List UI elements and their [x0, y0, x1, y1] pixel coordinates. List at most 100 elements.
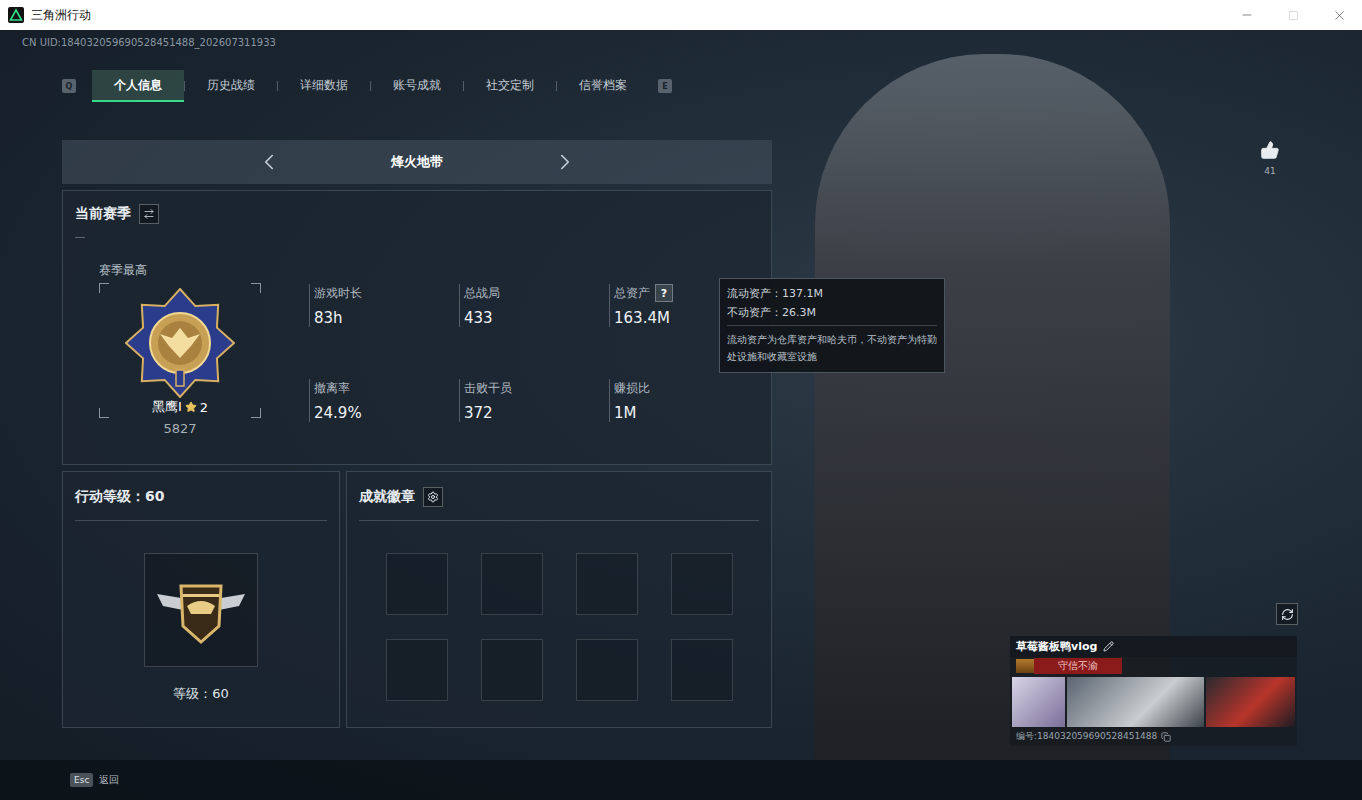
stat-value: 24.9%: [314, 404, 459, 422]
back-label[interactable]: 返回: [99, 773, 119, 787]
tab[interactable]: 详细数据: [278, 70, 370, 102]
tab-separator: [184, 81, 185, 91]
tag-emblem-icon: [1016, 659, 1034, 673]
body: Q 个人信息历史战绩详细数据账号成就社交定制信誉档案 E 烽火地带当前赛季赛季最高黑鹰…: [0, 54, 1362, 760]
badge-slot[interactable]: [386, 553, 448, 615]
next-tab-key[interactable]: E: [658, 79, 672, 93]
stat-value: 372: [464, 404, 609, 422]
stat-label: 总战局: [464, 284, 609, 302]
app-window: 三角洲行动 CN UID:184032059690528451488_202607…: [0, 0, 1362, 800]
like-button[interactable]: 41: [1260, 140, 1280, 176]
tooltip-line: 不动资产：26.3M: [727, 303, 937, 322]
footer: Esc 返回: [0, 760, 1362, 800]
stat-label-text: 游戏时长: [314, 285, 362, 302]
season-body: 赛季最高黑鹰Ⅰ25827游戏时长83h总战局433总资产?163.4M撤离率24…: [75, 262, 759, 436]
tooltip-divider: [727, 325, 937, 326]
minimize-button[interactable]: [1224, 0, 1270, 30]
character-area: 41 草莓酱板鸭vlog 守信不渝编号:184032059690528451488: [772, 54, 1362, 760]
prev-tab-key[interactable]: Q: [62, 79, 76, 93]
chevron-right-icon: [552, 148, 578, 176]
stat-item: 击败干员 372: [459, 379, 609, 422]
rank-block: 赛季最高黑鹰Ⅰ 2 5827: [99, 262, 261, 436]
stat-value: 433: [464, 309, 609, 327]
rank-frame: 黑鹰Ⅰ 2: [99, 283, 261, 418]
tab[interactable]: 历史战绩: [185, 70, 277, 102]
window-title: 三角洲行动: [31, 7, 91, 24]
panel-title: 行动等级：60: [75, 488, 164, 506]
badge-settings-button[interactable]: [423, 487, 443, 507]
tab-separator: [463, 81, 464, 91]
rank-score: 5827: [99, 421, 261, 436]
badge-slot[interactable]: [576, 553, 638, 615]
level-panel: 行动等级：60等级：60: [62, 471, 340, 728]
tab[interactable]: 账号成就: [371, 70, 463, 102]
badge-slot[interactable]: [671, 639, 733, 701]
header-rule: [75, 520, 327, 521]
player-id: 编号:184032059690528451488: [1016, 730, 1157, 743]
stat-label: 撤离率: [314, 379, 459, 397]
card-images: [1010, 675, 1297, 727]
panel-title: 成就徽章: [359, 488, 415, 506]
bottom-row: 行动等级：60等级：60 成就徽章: [62, 471, 772, 728]
tab-bar: Q 个人信息历史战绩详细数据账号成就社交定制信誉档案 E: [62, 70, 772, 102]
card-image: [1067, 677, 1204, 727]
help-icon[interactable]: ?: [655, 284, 673, 302]
stat-value: 1M: [614, 404, 759, 422]
stat-label: 游戏时长: [314, 284, 459, 302]
tab-separator: [370, 81, 371, 91]
badge-slot[interactable]: [671, 553, 733, 615]
id-row: 编号:184032059690528451488: [1010, 727, 1297, 746]
stat-label: 击败干员: [464, 379, 609, 397]
left-column: Q 个人信息历史战绩详细数据账号成就社交定制信誉档案 E 烽火地带当前赛季赛季最高黑鹰…: [62, 54, 772, 760]
refresh-button[interactable]: [1276, 603, 1298, 625]
tab[interactable]: 信誉档案: [557, 70, 649, 102]
stats-grid: 游戏时长83h总战局433总资产?163.4M撤离率24.9%击败干员372赚损…: [309, 284, 759, 436]
card-image: [1206, 677, 1295, 727]
tab[interactable]: 个人信息: [92, 70, 184, 102]
stat-item: 总战局 433: [459, 284, 609, 327]
level-badge-icon: [153, 572, 249, 648]
refresh-icon: [1281, 608, 1294, 621]
stat-label-text: 撤离率: [314, 380, 350, 397]
minimize-icon: [1240, 8, 1254, 22]
copy-icon[interactable]: [1161, 732, 1171, 742]
mode-selector: 烽火地带: [62, 140, 772, 184]
header-rule: [75, 237, 85, 238]
stat-label-text: 击败干员: [464, 380, 512, 397]
star-count: 2: [200, 400, 208, 415]
like-count: 41: [1264, 166, 1275, 176]
reputation-tag: 守信不渝: [1034, 658, 1122, 674]
season-panel: 当前赛季赛季最高黑鹰Ⅰ25827游戏时长83h总战局433总资产?163.4M撤…: [62, 190, 772, 465]
tab[interactable]: 社交定制: [464, 70, 556, 102]
gear-icon: [427, 491, 439, 503]
badge-slot[interactable]: [481, 639, 543, 701]
uid-label: CN UID:184032059690528451488_20260731193…: [0, 30, 1362, 54]
player-name: 草莓酱板鸭vlog: [1016, 639, 1097, 654]
thumbs-up-icon: [1260, 140, 1280, 160]
badge-slot[interactable]: [481, 553, 543, 615]
edit-icon[interactable]: [1103, 641, 1114, 652]
maximize-icon: [1288, 10, 1299, 21]
mode-label: 烽火地带: [372, 153, 462, 171]
best-label: 赛季最高: [99, 262, 261, 279]
rank-text: 黑鹰Ⅰ: [152, 398, 182, 416]
prev-mode-button[interactable]: [256, 149, 282, 175]
stat-label-text: 总战局: [464, 285, 500, 302]
stat-label-text: 赚损比: [614, 380, 650, 397]
esc-key[interactable]: Esc: [70, 773, 93, 787]
tooltip-note: 流动资产为仓库资产和哈夫币，不动资产为特勤处设施和收藏室设施: [727, 331, 937, 365]
stat-label: 赚损比: [614, 379, 759, 397]
tab-separator: [277, 81, 278, 91]
close-button[interactable]: [1316, 0, 1362, 30]
content: CN UID:184032059690528451488_20260731193…: [0, 30, 1362, 800]
star-icon: [185, 401, 197, 413]
rank-name: 黑鹰Ⅰ 2: [152, 398, 208, 416]
badge-slot[interactable]: [576, 639, 638, 701]
stat-value: 83h: [314, 309, 459, 327]
name-row: 草莓酱板鸭vlog: [1010, 636, 1297, 657]
badge-slot[interactable]: [386, 639, 448, 701]
panel-title: 当前赛季: [75, 205, 131, 223]
next-mode-button[interactable]: [552, 149, 578, 175]
season-switch-button[interactable]: [139, 204, 159, 224]
maximize-button[interactable]: [1270, 0, 1316, 30]
